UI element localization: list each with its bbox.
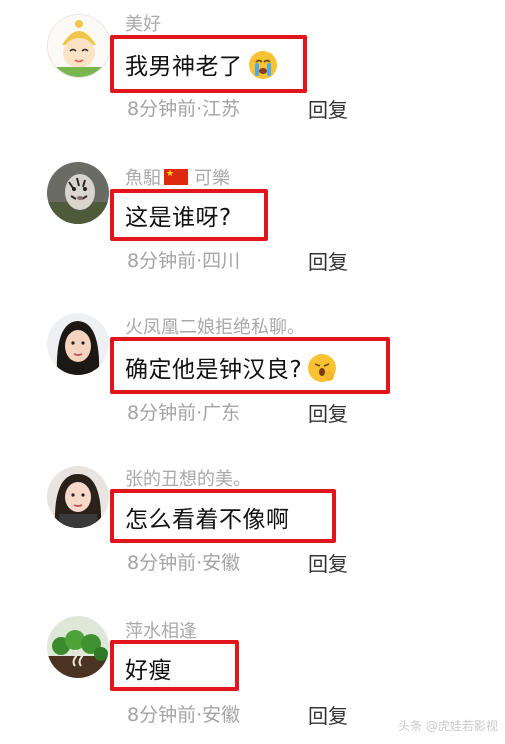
comment-text-content: 我男神老了 xyxy=(125,54,243,80)
username[interactable]: 火凤凰二娘拒绝私聊。 xyxy=(125,313,305,339)
timestamp: 8分钟前 xyxy=(127,98,197,120)
reply-button[interactable]: 回复 xyxy=(308,548,348,577)
username[interactable]: 张的丑想的美。 xyxy=(125,465,251,491)
comment-text: 怎么看着不像啊 xyxy=(125,507,290,533)
avatar[interactable] xyxy=(47,616,109,678)
timestamp: 8分钟前 xyxy=(127,552,197,574)
comment-text: 这是谁呀? xyxy=(125,205,232,231)
china-flag-icon: ★ xyxy=(164,169,188,185)
reply-button[interactable]: 回复 xyxy=(308,246,348,275)
username[interactable]: 魚馹 ★ 可樂 xyxy=(125,164,230,190)
location: 安徽 xyxy=(202,704,241,726)
comment-text: 我男神老了 xyxy=(125,47,277,81)
comment-meta: 8分钟前·江苏 xyxy=(127,98,241,120)
timestamp: 8分钟前 xyxy=(127,250,197,272)
timestamp: 8分钟前 xyxy=(127,402,197,424)
comment-meta: 8分钟前·安徽 xyxy=(127,704,241,726)
comment-meta: 8分钟前·广东 xyxy=(127,402,241,424)
comment-text-content: 确定他是钟汉良? xyxy=(125,357,303,383)
location: 四川 xyxy=(202,250,241,272)
reply-button[interactable]: 回复 xyxy=(308,398,348,427)
reply-button[interactable]: 回复 xyxy=(308,94,348,123)
avatar[interactable] xyxy=(47,313,109,375)
location: 江苏 xyxy=(202,98,241,120)
reply-button[interactable]: 回复 xyxy=(308,700,348,729)
username[interactable]: 美好 xyxy=(125,10,161,36)
yawning-face-emoji xyxy=(308,354,337,382)
avatar[interactable] xyxy=(47,14,111,78)
watermark: 头条 @虎娃若影视 xyxy=(398,719,498,733)
avatar[interactable] xyxy=(47,466,109,528)
location: 安徽 xyxy=(202,552,241,574)
crying-face-emoji xyxy=(248,51,277,79)
location: 广东 xyxy=(202,402,241,424)
timestamp: 8分钟前 xyxy=(127,704,197,726)
avatar[interactable] xyxy=(47,162,109,224)
comment-text: 确定他是钟汉良? xyxy=(125,350,337,384)
comment-meta: 8分钟前·安徽 xyxy=(127,552,241,574)
comment-text: 好瘦 xyxy=(125,658,172,684)
comment-meta: 8分钟前·四川 xyxy=(127,250,241,272)
